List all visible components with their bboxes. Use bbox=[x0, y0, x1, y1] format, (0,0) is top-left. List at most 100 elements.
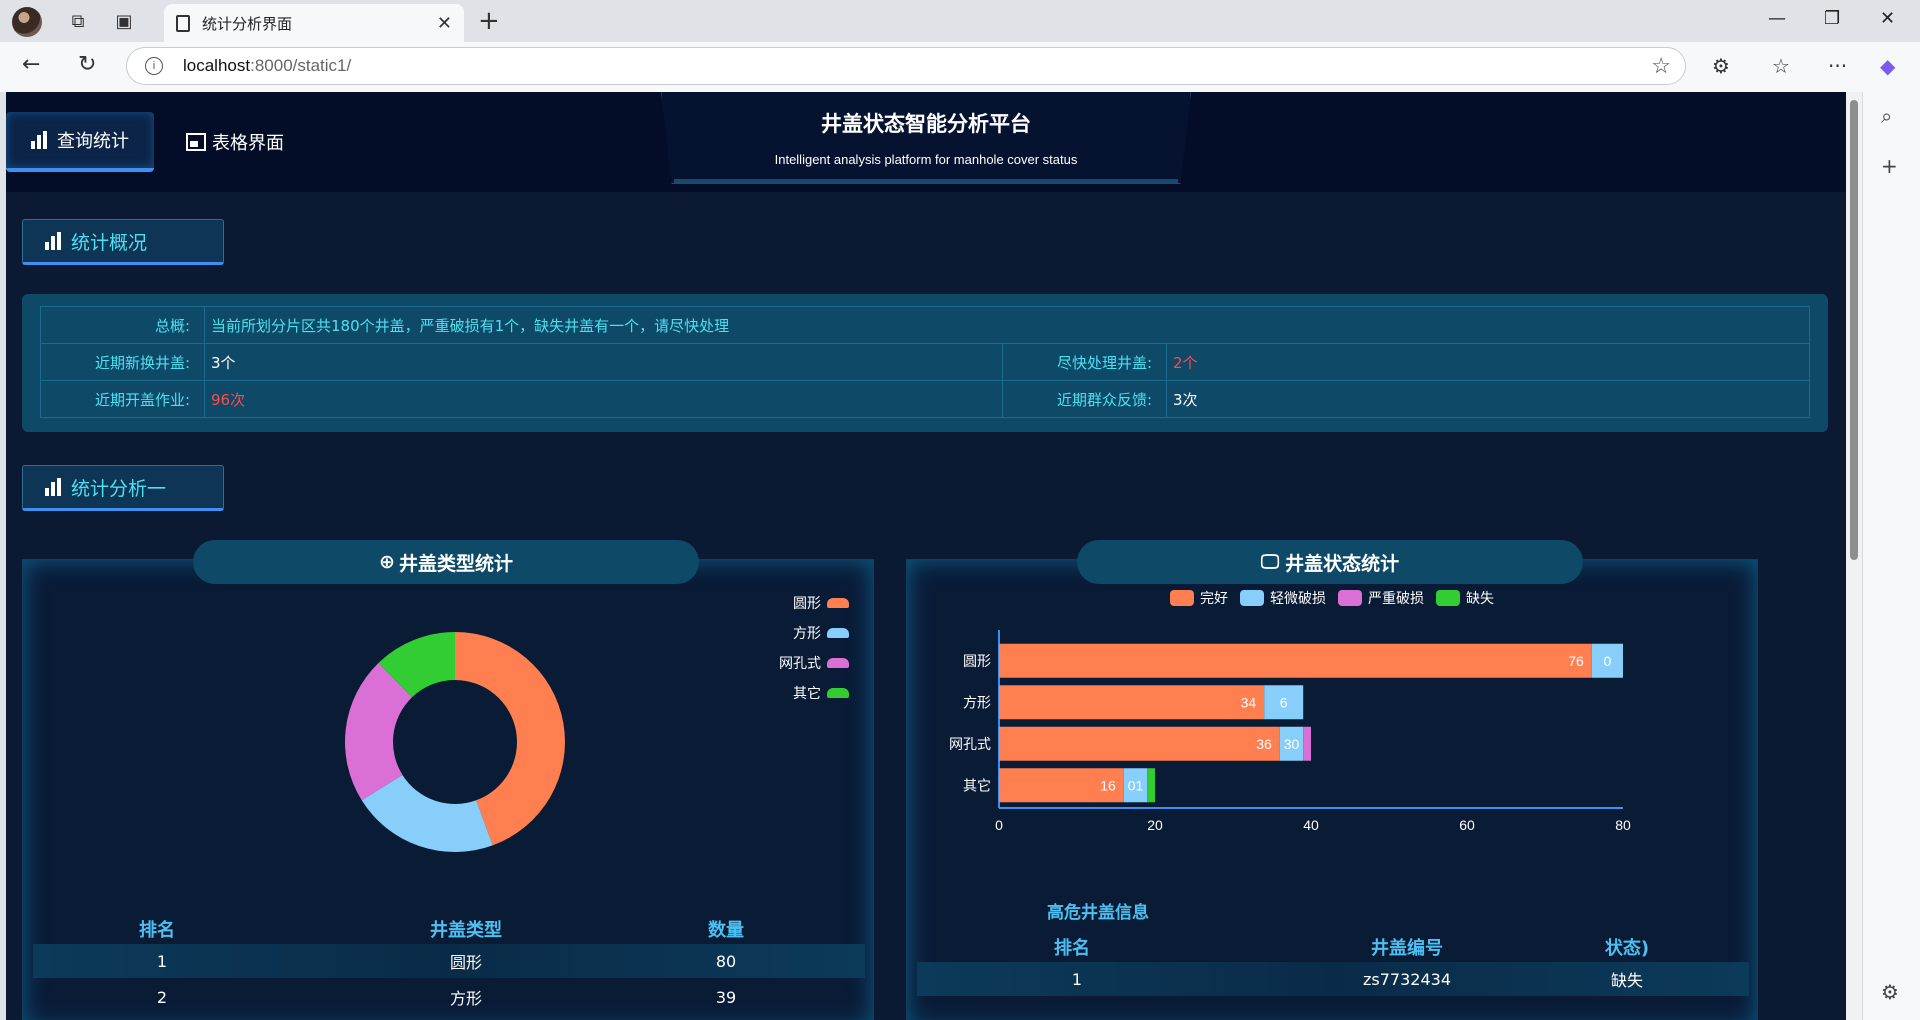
bar-缺失-其它[interactable] bbox=[1147, 768, 1155, 803]
overview-row: 近期开盖作业: 96次 近期群众反馈: 3次 bbox=[40, 380, 1810, 418]
feedback-label: 近期群众反馈: bbox=[1002, 380, 1167, 418]
header-rank: 排名 bbox=[1054, 938, 1090, 959]
x-tick-label: 0 bbox=[995, 817, 1003, 833]
cell-type: 方形 bbox=[449, 989, 482, 1008]
top-navigation: 查询统计 表格界面 井盖状态智能分析平台 Intelligent analysi… bbox=[6, 92, 1846, 192]
cover-status-panel: 🖵 井盖状态统计 完好 轻微破损 严重破损 缺失 0 20 40 60 80 圆形 76 0 方形 34… bbox=[906, 540, 1759, 1020]
overview-row: 总概: 当前所划分片区共180个井盖，严重破损有1个，缺失井盖有一个，请尽快处理 bbox=[40, 306, 1810, 344]
section-title: 统计分析一 bbox=[71, 477, 167, 500]
url-field[interactable]: i localhost:8000/static1/ ☆ bbox=[126, 47, 1686, 85]
page-subtitle: Intelligent analysis platform for manhol… bbox=[774, 152, 1078, 167]
back-icon[interactable]: ← bbox=[22, 52, 40, 77]
cover-type-donut-chart bbox=[345, 632, 565, 852]
bar-data-label: 0 bbox=[1604, 653, 1612, 669]
table-row[interactable]: 1 zs7732434 缺失 bbox=[917, 962, 1749, 996]
x-tick-label: 80 bbox=[1615, 817, 1631, 833]
address-bar: ← ↻ i localhost:8000/static1/ ☆ ⚙ ☆ ··· … bbox=[0, 42, 1920, 92]
table-row[interactable]: 1 圆形 80 bbox=[33, 944, 865, 978]
y-tick-label: 方形 bbox=[963, 695, 991, 711]
bar-完好-圆形[interactable] bbox=[999, 643, 1592, 678]
x-tick-label: 40 bbox=[1303, 817, 1319, 833]
risk-table-header: 排名 井盖编号 状态) bbox=[907, 934, 1759, 960]
settings-icon[interactable]: ⚙ bbox=[1881, 980, 1899, 1004]
tab-title: 统计分析界面 bbox=[202, 15, 293, 33]
minimize-icon[interactable]: — bbox=[1768, 8, 1786, 29]
y-tick-label: 网孔式 bbox=[949, 737, 991, 753]
browser-tab[interactable]: 统计分析界面 ✕ bbox=[164, 4, 464, 42]
bar-完好-网孔式[interactable] bbox=[999, 726, 1280, 761]
collections-icon[interactable]: ⧉ bbox=[60, 6, 96, 36]
overview-row: 近期新换井盖: 3个 尽快处理井盖: 2个 bbox=[40, 343, 1810, 381]
more-menu-icon[interactable]: ··· bbox=[1828, 54, 1847, 78]
cell-rank: 1 bbox=[156, 951, 168, 971]
url-path: :8000/static1/ bbox=[250, 56, 352, 75]
tab-actions-icon[interactable]: ▣ bbox=[106, 6, 142, 36]
search-icon[interactable]: ⌕ bbox=[1881, 104, 1892, 128]
cell-count: 39 bbox=[715, 987, 737, 1007]
bar-chart-icon bbox=[45, 232, 65, 250]
header-status: 状态) bbox=[1604, 938, 1650, 959]
bar-data-label: 36 bbox=[1256, 736, 1272, 752]
close-window-icon[interactable]: ✕ bbox=[1880, 8, 1895, 29]
tab-query-statistics[interactable]: 查询统计 bbox=[6, 112, 154, 172]
header-underline bbox=[674, 179, 1178, 183]
tab-label: 表格界面 bbox=[212, 133, 284, 154]
copilot-icon[interactable]: ◆ bbox=[1880, 54, 1895, 78]
rank-table-header: 排名 井盖类型 数量 bbox=[23, 916, 875, 942]
bar-data-label: 6 bbox=[1280, 694, 1288, 710]
restore-icon[interactable]: ❐ bbox=[1824, 8, 1840, 29]
new-tab-icon[interactable]: + bbox=[478, 6, 500, 36]
header-id: 井盖编号 bbox=[1371, 938, 1443, 959]
section-analysis-header: 统计分析一 bbox=[22, 465, 224, 511]
bar-完好-方形[interactable] bbox=[999, 685, 1265, 720]
dashboard-page: 查询统计 表格界面 井盖状态智能分析平台 Intelligent analysi… bbox=[6, 92, 1846, 1020]
table-icon bbox=[186, 133, 206, 151]
page-icon bbox=[176, 14, 190, 32]
cell-id: zs7732434 bbox=[1363, 969, 1451, 989]
header-type: 井盖类型 bbox=[430, 920, 502, 941]
cover-type-panel: ⊕ 井盖类型统计 圆形 方形 网孔式 其它 排名 井盖类型 数量 1 圆形 80 2 … bbox=[22, 540, 875, 1020]
overview-panel: 总概: 当前所划分片区共180个井盖，严重破损有1个，缺失井盖有一个，请尽快处理… bbox=[22, 294, 1828, 432]
new-covers-value: 3个 bbox=[204, 343, 1003, 381]
bar-data-label: 30 bbox=[1284, 736, 1300, 752]
favorite-star-icon[interactable]: ☆ bbox=[1651, 53, 1671, 79]
browser-tab-bar: ⧉ ▣ 统计分析界面 ✕ + — ❐ ✕ bbox=[0, 0, 1920, 42]
y-tick-label: 其它 bbox=[963, 777, 991, 794]
tab-table-view[interactable]: 表格界面 bbox=[186, 112, 284, 172]
cover-status-bar-chart: 0 20 40 60 80 圆形 76 0 方形 34 6 网孔式 36 30 其它 16 01 bbox=[949, 630, 1631, 833]
add-icon[interactable]: + bbox=[1881, 154, 1898, 178]
new-covers-label: 近期新换井盖: bbox=[40, 343, 205, 381]
urgent-covers-value: 2个 bbox=[1166, 343, 1810, 381]
scrollbar-thumb[interactable] bbox=[1850, 100, 1858, 560]
summary-text: 当前所划分片区共180个井盖，严重破损有1个，缺失井盖有一个，请尽快处理 bbox=[204, 306, 1810, 344]
tab-label: 查询统计 bbox=[57, 131, 129, 152]
bar-data-label: 01 bbox=[1128, 777, 1144, 793]
table-row[interactable]: 2 方形 39 bbox=[33, 980, 865, 1014]
site-info-icon[interactable]: i bbox=[145, 57, 163, 75]
overview-table: 总概: 当前所划分片区共180个井盖，严重破损有1个，缺失井盖有一个，请尽快处理… bbox=[40, 306, 1810, 418]
extensions-icon[interactable]: ⚙ bbox=[1712, 54, 1730, 78]
close-tab-icon[interactable]: ✕ bbox=[437, 13, 452, 34]
cell-status: 缺失 bbox=[1610, 971, 1643, 990]
url-host: localhost bbox=[183, 56, 251, 75]
cell-type: 圆形 bbox=[449, 953, 482, 972]
cell-count: 80 bbox=[715, 951, 737, 971]
browser-side-panel: ⌕ + ⚙ bbox=[1862, 92, 1920, 1020]
high-risk-title: 高危井盖信息 bbox=[1047, 903, 1149, 923]
bar-data-label: 76 bbox=[1568, 653, 1584, 669]
profile-avatar[interactable] bbox=[12, 7, 42, 37]
cell-rank: 1 bbox=[1071, 969, 1083, 989]
urgent-covers-label: 尽快处理井盖: bbox=[1002, 343, 1167, 381]
refresh-icon[interactable]: ↻ bbox=[78, 52, 96, 77]
feedback-value: 3次 bbox=[1166, 380, 1810, 418]
cell-rank: 2 bbox=[156, 987, 168, 1007]
favorites-icon[interactable]: ☆ bbox=[1772, 54, 1790, 78]
bar-严重破损-网孔式[interactable] bbox=[1303, 726, 1311, 761]
page-scrollbar[interactable] bbox=[1846, 92, 1862, 1020]
open-operations-label: 近期开盖作业: bbox=[40, 380, 205, 418]
y-tick-label: 圆形 bbox=[963, 654, 991, 670]
bar-chart-icon bbox=[45, 478, 65, 496]
bar-data-label: 34 bbox=[1241, 694, 1257, 710]
summary-label: 总概: bbox=[40, 306, 205, 344]
page-title: 井盖状态智能分析平台 bbox=[821, 112, 1031, 136]
